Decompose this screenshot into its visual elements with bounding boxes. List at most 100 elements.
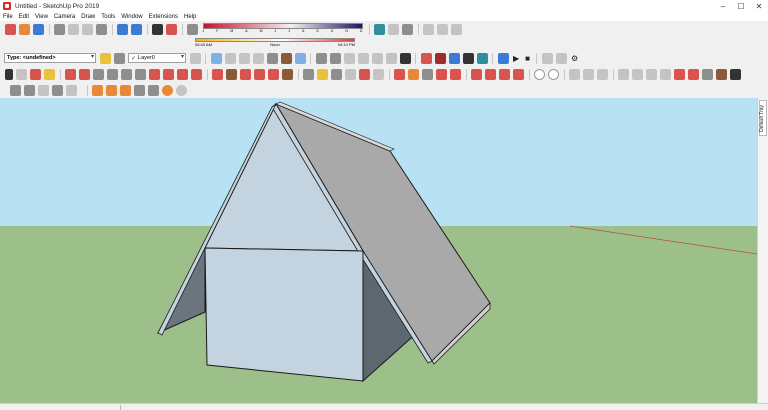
add-scene-icon[interactable] xyxy=(541,52,553,64)
make-component-icon[interactable] xyxy=(16,68,27,80)
axes-icon[interactable] xyxy=(359,68,370,80)
line-icon[interactable] xyxy=(65,68,76,80)
front-view-icon[interactable] xyxy=(343,52,355,64)
left-view-icon[interactable] xyxy=(385,52,397,64)
teapot-icon[interactable] xyxy=(569,68,580,80)
match-photo-icon[interactable] xyxy=(702,68,713,80)
shadow-time-slider[interactable]: 06:43 AM Noon 04:10 PM xyxy=(195,38,355,49)
select-arrow-icon[interactable] xyxy=(5,68,13,80)
bottom-view-icon[interactable] xyxy=(399,52,411,64)
sandbox-from-scratch-icon[interactable] xyxy=(66,84,77,96)
shadows-toggle-icon[interactable] xyxy=(187,23,198,35)
polygon-icon[interactable] xyxy=(135,68,146,80)
iso-view-icon[interactable] xyxy=(315,52,327,64)
menu-view[interactable]: View xyxy=(35,14,48,20)
dimension-icon[interactable] xyxy=(317,68,328,80)
erase-selection-icon[interactable] xyxy=(96,23,107,35)
circle-icon[interactable] xyxy=(121,68,132,80)
section-cuts-icon[interactable] xyxy=(402,23,413,35)
layer-manager-icon[interactable] xyxy=(189,52,201,64)
shaded-textures-icon[interactable] xyxy=(280,52,292,64)
scale-icon[interactable] xyxy=(268,68,279,80)
flip-edge-icon[interactable] xyxy=(134,84,145,96)
photo-match-icon[interactable] xyxy=(618,68,629,80)
house-model-drawing[interactable] xyxy=(0,98,757,403)
menu-help[interactable]: Help xyxy=(184,14,196,20)
shadow-month-slider[interactable]: J F M A M J J A S O N D xyxy=(202,22,363,36)
redo-icon[interactable] xyxy=(131,23,142,35)
sandbox-from-contours-icon[interactable] xyxy=(52,84,63,96)
share-model-icon[interactable] xyxy=(451,23,462,35)
rectangle-icon[interactable] xyxy=(93,68,104,80)
settings-gear-icon[interactable]: ⚙ xyxy=(571,54,578,63)
cut-icon[interactable] xyxy=(54,23,65,35)
print-icon[interactable] xyxy=(152,23,163,35)
menu-file[interactable]: File xyxy=(3,14,13,20)
stamp-icon[interactable] xyxy=(92,84,103,96)
zoom-extents-icon[interactable] xyxy=(450,68,461,80)
solid-outer-shell-icon[interactable] xyxy=(471,68,482,80)
orbit-icon[interactable] xyxy=(394,68,405,80)
soften-edges-icon[interactable] xyxy=(730,68,741,80)
warehouse-icon[interactable] xyxy=(423,23,434,35)
tape-measure-icon[interactable] xyxy=(303,68,314,80)
stop-icon[interactable]: ■ xyxy=(525,54,530,63)
drape-icon[interactable] xyxy=(106,84,117,96)
section-plane-icon[interactable] xyxy=(374,23,385,35)
subtract-icon[interactable] xyxy=(513,68,524,80)
menu-extensions[interactable]: Extensions xyxy=(149,14,178,20)
menu-window[interactable]: Window xyxy=(121,14,142,20)
render-icon[interactable] xyxy=(583,68,594,80)
menu-tools[interactable]: Tools xyxy=(101,14,115,20)
follow-me-icon[interactable] xyxy=(254,68,265,80)
move-icon[interactable] xyxy=(212,68,223,80)
sandbox-icon[interactable] xyxy=(420,52,432,64)
minimize-button[interactable]: – xyxy=(714,0,732,12)
dynamic-components-icon[interactable] xyxy=(434,52,446,64)
terrain-settings-icon[interactable] xyxy=(176,84,187,96)
arc-icon[interactable] xyxy=(149,68,160,80)
outliner-icon[interactable] xyxy=(674,68,685,80)
extension-warehouse-icon[interactable] xyxy=(437,23,448,35)
rotate-icon[interactable] xyxy=(240,68,251,80)
three-point-arc-icon[interactable] xyxy=(177,68,188,80)
paint-bucket-icon[interactable] xyxy=(99,52,111,64)
shaded-icon[interactable] xyxy=(266,52,278,64)
text-icon[interactable] xyxy=(345,68,356,80)
undo-icon[interactable] xyxy=(117,23,128,35)
display-section-icon[interactable] xyxy=(388,23,399,35)
terrain-circle-icon[interactable] xyxy=(162,84,173,96)
new-file-icon[interactable] xyxy=(5,23,16,35)
protractor-icon[interactable] xyxy=(331,68,342,80)
hidden-line-icon[interactable] xyxy=(252,52,264,64)
menu-camera[interactable]: Camera xyxy=(54,14,75,20)
two-point-arc-icon[interactable] xyxy=(163,68,174,80)
freehand-icon[interactable] xyxy=(79,68,90,80)
materials-icon[interactable] xyxy=(716,68,727,80)
pan-icon[interactable] xyxy=(408,68,419,80)
add-detail-icon[interactable] xyxy=(120,84,131,96)
trimble-connect-icon[interactable] xyxy=(497,52,509,64)
check-icon[interactable] xyxy=(548,68,559,80)
push-pull-icon[interactable] xyxy=(226,68,237,80)
model-viewport[interactable] xyxy=(0,98,757,403)
layers-icon[interactable] xyxy=(646,68,657,80)
back-view-icon[interactable] xyxy=(371,52,383,64)
save-icon[interactable] xyxy=(33,23,44,35)
layer-dropdown[interactable]: ✓ Layer0 xyxy=(128,53,186,63)
position-camera-icon[interactable] xyxy=(38,84,49,96)
pie-icon[interactable] xyxy=(191,68,202,80)
scene-manager-icon[interactable] xyxy=(555,52,567,64)
offset-icon[interactable] xyxy=(282,68,293,80)
copy-icon[interactable] xyxy=(68,23,79,35)
styles-icon[interactable] xyxy=(534,68,545,80)
menu-edit[interactable]: Edit xyxy=(19,14,29,20)
play-icon[interactable]: ▶ xyxy=(513,54,519,63)
eraser-icon[interactable] xyxy=(30,68,41,80)
back-edges-icon[interactable] xyxy=(224,52,236,64)
walk-icon[interactable] xyxy=(10,84,21,96)
paste-icon[interactable] xyxy=(82,23,93,35)
smoove-icon[interactable] xyxy=(148,84,159,96)
intersect-icon[interactable] xyxy=(485,68,496,80)
top-view-icon[interactable] xyxy=(329,52,341,64)
